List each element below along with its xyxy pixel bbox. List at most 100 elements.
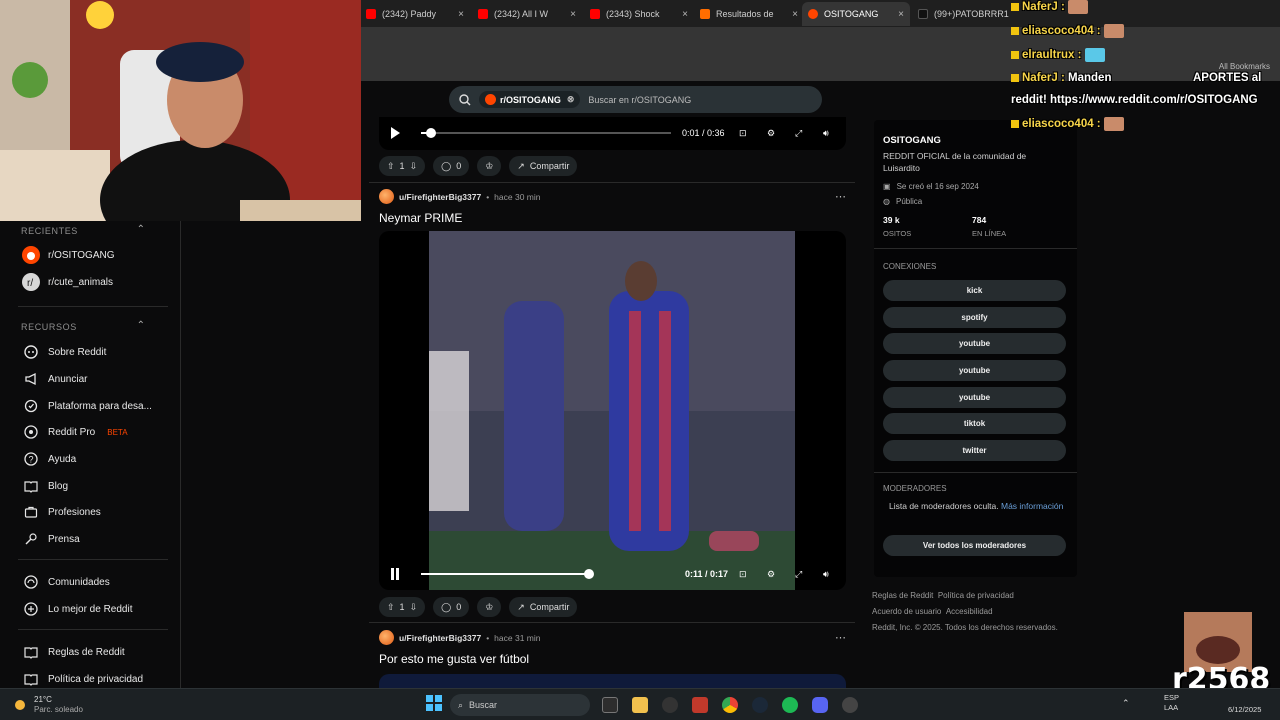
chevron-up-icon[interactable]: ⌃: [1122, 698, 1130, 709]
upvote-icon[interactable]: ⇧: [387, 161, 395, 172]
footer-privacy-link[interactable]: Política de privacidad: [938, 591, 1014, 600]
divider: [874, 248, 1077, 249]
footer-rules-link[interactable]: Reglas de Reddit: [872, 591, 933, 600]
sidebar-item-profesiones[interactable]: Profesiones: [22, 503, 101, 521]
play-icon[interactable]: [389, 126, 401, 140]
sidebar-item-plataforma[interactable]: Plataforma para desa...: [22, 397, 152, 415]
award-button[interactable]: ♔: [477, 156, 502, 176]
view-all-moderators-button[interactable]: Ver todos los moderadores: [883, 535, 1066, 556]
downvote-icon[interactable]: ⇩: [410, 602, 418, 613]
sidebar-item-comunidades[interactable]: Comunidades: [22, 573, 110, 591]
start-icon[interactable]: [426, 695, 442, 711]
footer-accessibility-link[interactable]: Accesibilidad: [946, 607, 993, 616]
sidebar-item-anunciar[interactable]: Anunciar: [22, 370, 87, 388]
file-explorer-icon[interactable]: [632, 697, 648, 713]
post-author[interactable]: u/FirefighterBig3377: [399, 192, 481, 202]
search-input[interactable]: Buscar en r/OSITOGANG: [588, 95, 691, 105]
connection-youtube[interactable]: youtube: [883, 387, 1066, 408]
browser-tab-active[interactable]: OSITOGANG ×: [802, 2, 910, 26]
weather-widget[interactable]: 21°C Parc. soleado: [12, 695, 83, 715]
video-time: 0:11 / 0:17: [685, 569, 729, 579]
spotify-icon[interactable]: [782, 697, 798, 713]
share-button[interactable]: ↗ Compartir: [509, 156, 578, 176]
user-avatar[interactable]: [379, 630, 394, 645]
more-options-icon[interactable]: ⋯: [835, 631, 846, 644]
browser-tab[interactable]: (2342) Paddy ×: [360, 2, 470, 26]
sidebar-item-reddit-pro[interactable]: Reddit Pro BETA: [22, 423, 128, 441]
comments-button[interactable]: ◯ 0: [433, 597, 470, 617]
sidebar-item-prensa[interactable]: Prensa: [22, 530, 80, 548]
app-icon[interactable]: [842, 697, 858, 713]
browser-tab[interactable]: Resultados de ×: [694, 2, 804, 26]
settings-icon[interactable]: ⚙: [767, 569, 775, 580]
user-avatar[interactable]: [379, 189, 394, 204]
clear-icon[interactable]: ⊗: [567, 94, 575, 105]
close-icon[interactable]: ×: [458, 9, 464, 20]
obs-icon[interactable]: [662, 697, 678, 713]
search-bar[interactable]: r/OSITOGANG ⊗ Buscar en r/OSITOGANG: [449, 86, 822, 113]
sidebar-item-ositogang[interactable]: r/OSITOGANG: [22, 246, 115, 264]
steam-icon[interactable]: [752, 697, 768, 713]
post-title[interactable]: Neymar PRIME: [379, 211, 462, 225]
chrome-icon[interactable]: [722, 697, 738, 713]
connection-tiktok[interactable]: tiktok: [883, 413, 1066, 434]
language-indicator[interactable]: ESP LAA: [1164, 693, 1179, 713]
sidebar-item-lo-mejor[interactable]: Lo mejor de Reddit: [22, 600, 133, 618]
tiktok-icon: [918, 9, 928, 19]
captions-icon[interactable]: ⊡: [739, 569, 747, 580]
soccer-video-frame: [429, 231, 795, 590]
video-progress-bar[interactable]: [421, 569, 594, 579]
sidebar-item-reglas[interactable]: Reglas de Reddit: [22, 643, 125, 661]
chevron-up-icon[interactable]: ⌃: [137, 320, 145, 331]
youtube-icon: [366, 9, 376, 19]
chevron-up-icon[interactable]: ⌃: [137, 224, 145, 235]
pause-icon[interactable]: [389, 567, 401, 581]
more-info-link[interactable]: Más información: [1001, 501, 1063, 511]
sidebar-item-blog[interactable]: Blog: [22, 477, 68, 495]
more-options-icon[interactable]: ⋯: [835, 190, 846, 203]
close-icon[interactable]: ×: [792, 9, 798, 20]
upvote-icon[interactable]: ⇧: [387, 602, 395, 613]
connection-youtube[interactable]: youtube: [883, 333, 1066, 354]
footer-agreement-link[interactable]: Acuerdo de usuario: [872, 607, 941, 616]
video-progress-bar[interactable]: [421, 128, 671, 138]
post-title[interactable]: Por esto me gusta ver fútbol: [379, 652, 529, 666]
fullscreen-icon[interactable]: ⤢: [795, 128, 802, 139]
post-media-preview[interactable]: [379, 674, 846, 688]
post-author[interactable]: u/FirefighterBig3377: [399, 633, 481, 643]
connection-twitter[interactable]: twitter: [883, 440, 1066, 461]
subreddit-filter-chip[interactable]: r/OSITOGANG ⊗: [479, 91, 581, 108]
connection-youtube[interactable]: youtube: [883, 360, 1066, 381]
task-view-icon[interactable]: [602, 697, 618, 713]
clock-date[interactable]: 6/12/2025: [1228, 705, 1261, 714]
fullscreen-icon[interactable]: ⤢: [795, 569, 802, 580]
post-video-player[interactable]: [379, 231, 846, 590]
app-icon[interactable]: [692, 697, 708, 713]
close-icon[interactable]: ×: [570, 9, 576, 20]
chat-message: reddit! https://www.reddit.com/r/OSITOGA…: [1011, 94, 1258, 106]
settings-icon[interactable]: ⚙: [767, 128, 775, 139]
vote-control[interactable]: ⇧ 1 ⇩: [379, 597, 426, 617]
sidebar-item-ayuda[interactable]: ? Ayuda: [22, 450, 76, 468]
discord-icon[interactable]: [812, 697, 828, 713]
sidebar-item-sobre-reddit[interactable]: Sobre Reddit: [22, 343, 106, 361]
close-icon[interactable]: ×: [898, 9, 904, 20]
browser-tab[interactable]: (2342) All I W ×: [472, 2, 582, 26]
vote-control[interactable]: ⇧ 1 ⇩: [379, 156, 426, 176]
downvote-icon[interactable]: ⇩: [410, 161, 418, 172]
comments-button[interactable]: ◯ 0: [433, 156, 470, 176]
sidebar-item-privacidad[interactable]: Política de privacidad: [22, 670, 143, 688]
browser-tab[interactable]: (2343) Shock ×: [584, 2, 694, 26]
volume-icon[interactable]: 🔊︎: [823, 128, 829, 139]
close-icon[interactable]: ×: [682, 9, 688, 20]
award-button[interactable]: ♔: [477, 597, 502, 617]
taskbar-search[interactable]: ⌕ Buscar: [450, 694, 590, 716]
chat-message: eliascoco404 :: [1011, 24, 1124, 38]
browser-tab[interactable]: (99+)PATOBRRR1: [912, 2, 1010, 26]
share-button[interactable]: ↗ Compartir: [509, 597, 578, 617]
connection-kick[interactable]: kick: [883, 280, 1066, 301]
sidebar-item-cute-animals[interactable]: r/ r/cute_animals: [22, 273, 113, 291]
connection-spotify[interactable]: spotify: [883, 307, 1066, 328]
captions-icon[interactable]: ⊡: [739, 128, 747, 139]
volume-icon[interactable]: 🔊︎: [823, 569, 829, 580]
